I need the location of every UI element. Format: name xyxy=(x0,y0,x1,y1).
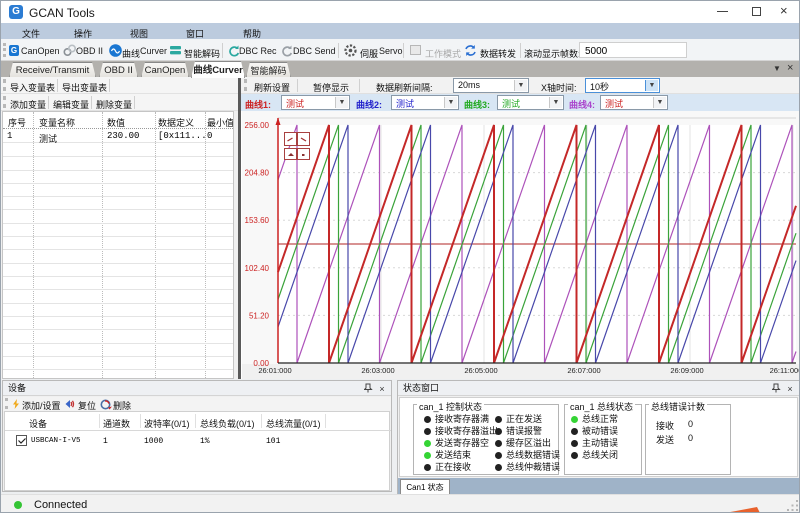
svg-text:26:11:000: 26:11:000 xyxy=(770,366,800,375)
svg-text:256.00: 256.00 xyxy=(245,121,270,130)
svg-text:153.60: 153.60 xyxy=(245,216,270,225)
svg-text:26:05:000: 26:05:000 xyxy=(464,366,497,375)
svg-text:51.20: 51.20 xyxy=(249,311,270,320)
svg-text:26:03:000: 26:03:000 xyxy=(361,366,394,375)
svg-text:26:09:000: 26:09:000 xyxy=(670,366,703,375)
svg-text:102.40: 102.40 xyxy=(245,264,270,273)
svg-text:204.80: 204.80 xyxy=(245,169,270,178)
svg-text:26:07:000: 26:07:000 xyxy=(567,366,600,375)
svg-text:26:01:000: 26:01:000 xyxy=(258,366,291,375)
